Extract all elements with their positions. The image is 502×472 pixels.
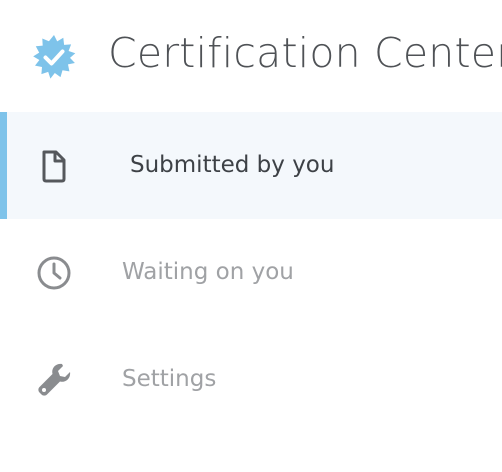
page-title: Certification Center	[108, 29, 502, 77]
document-icon	[42, 150, 66, 183]
clock-icon	[37, 256, 71, 290]
active-indicator	[0, 112, 7, 219]
nav-item-label: Waiting on you	[122, 259, 294, 285]
nav-item-label: Settings	[122, 366, 217, 392]
app-header: Certification Center	[0, 0, 502, 112]
nav-item-waiting-on-you[interactable]: Waiting on you	[0, 219, 502, 326]
verified-badge-icon	[33, 35, 76, 79]
nav-item-label: Submitted by you	[130, 152, 335, 178]
wrench-icon	[38, 363, 71, 396]
nav-item-settings[interactable]: Settings	[0, 326, 502, 433]
nav-item-submitted-by-you[interactable]: Submitted by you	[0, 112, 502, 219]
